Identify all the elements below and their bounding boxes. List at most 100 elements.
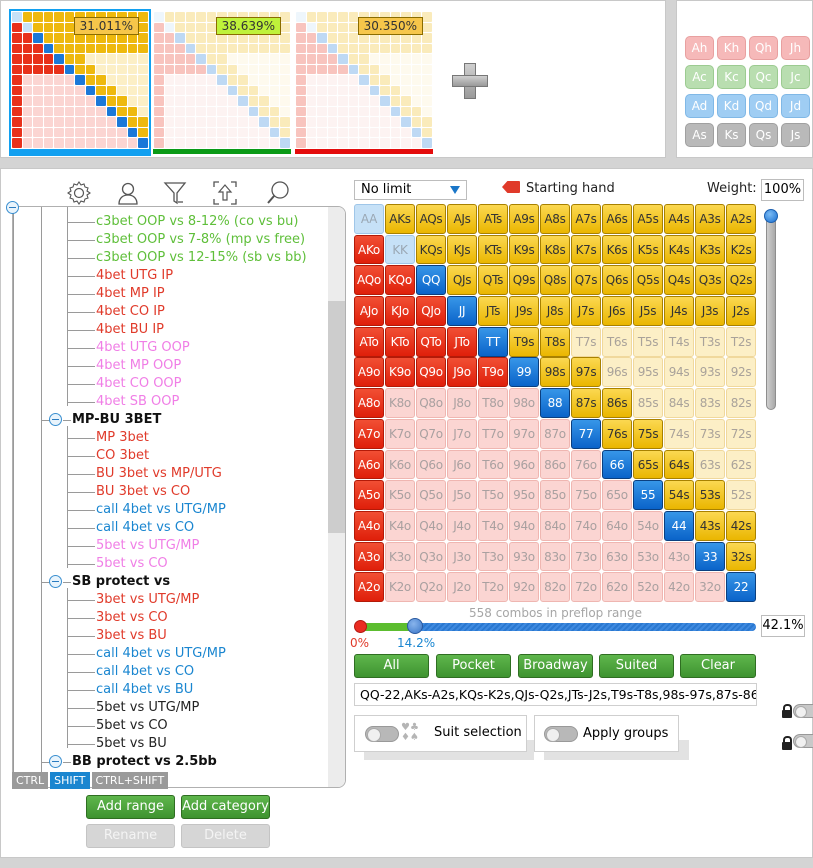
hand-cell-98s[interactable]: 98s [540,357,570,388]
tree-scrollbar[interactable] [328,207,345,787]
hand-cell-22[interactable]: 22 [726,572,756,603]
hand-cell-33[interactable]: 33 [695,541,725,572]
hand-cell-J6o[interactable]: J6o [447,449,477,480]
hand-cell-Q6s[interactable]: Q6s [602,265,632,296]
hand-cell-K9o[interactable]: K9o [385,357,415,388]
board-card-As[interactable]: As [685,123,714,147]
hand-cell-87s[interactable]: 87s [571,388,601,418]
lock-toggle-2[interactable] [793,734,813,748]
hand-cell-65s[interactable]: 65s [633,449,663,480]
tree-range-item[interactable]: 5bet vs UTG/MP [96,538,199,554]
hand-cell-Q8s[interactable]: Q8s [540,265,570,296]
board-card-Qh[interactable]: Qh [749,36,778,60]
hand-cell-K3o[interactable]: K3o [385,541,415,572]
tree-range-item[interactable]: 3bet vs UTG/MP [96,592,199,608]
hand-cell-53s[interactable]: 53s [695,480,725,510]
hand-cell-66[interactable]: 66 [602,449,632,480]
hand-cell-73s[interactable]: 73s [695,418,725,449]
suit-selection-toggle[interactable] [365,726,399,742]
hand-cell-KJs[interactable]: KJs [447,234,477,265]
hand-cell-K6s[interactable]: K6s [602,234,632,265]
hand-cell-T4o[interactable]: T4o [478,510,508,541]
hand-cell-A2o[interactable]: A2o [354,572,384,603]
hand-cell-95s[interactable]: 95s [633,357,663,388]
tree-range-item[interactable]: BU 3bet vs CO [96,484,190,500]
weight-slider-handle[interactable] [764,209,778,223]
hand-cell-92o[interactable]: 92o [509,572,539,603]
hand-cell-AJo[interactable]: AJo [354,296,384,326]
hand-cell-52s[interactable]: 52s [726,480,756,510]
hand-cell-QQ[interactable]: QQ [416,265,446,296]
hand-cell-84s[interactable]: 84s [664,388,694,418]
hand-cell-T5s[interactable]: T5s [633,326,663,357]
tree-range-item[interactable]: 4bet UTG IP [96,268,173,284]
hand-cell-T3o[interactable]: T3o [478,541,508,572]
hand-cell-A3o[interactable]: A3o [354,541,384,572]
weight-input[interactable]: 100% [761,179,804,201]
hand-cell-K5o[interactable]: K5o [385,480,415,510]
hand-cell-K8s[interactable]: K8s [540,234,570,265]
hand-cell-T8s[interactable]: T8s [540,326,570,357]
hand-cell-K9s[interactable]: K9s [509,234,539,265]
board-card-Jc[interactable]: Jc [781,65,810,89]
hand-cell-K6o[interactable]: K6o [385,449,415,480]
lock-open-icon[interactable] [782,736,792,750]
range-thumbnail-2[interactable]: 38.639% [153,11,291,154]
hand-cell-J6s[interactable]: J6s [602,296,632,326]
hand-cell-AKo[interactable]: AKo [354,234,384,265]
hand-cell-77[interactable]: 77 [571,418,601,449]
tree-range-item[interactable]: 5bet vs UTG/MP [96,700,199,716]
range-text-input[interactable]: QQ-22,AKs-A2s,KQs-K2s,QJs-Q2s,JTs-J2s,T9… [354,683,757,706]
hand-cell-63s[interactable]: 63s [695,449,725,480]
hand-cell-K4o[interactable]: K4o [385,510,415,541]
hand-cell-J3s[interactable]: J3s [695,296,725,326]
hand-cell-54o[interactable]: 54o [633,510,663,541]
hand-cell-QTs[interactable]: QTs [478,265,508,296]
hand-cell-K2s[interactable]: K2s [726,234,756,265]
hand-cell-64s[interactable]: 64s [664,449,694,480]
hand-cell-Q3o[interactable]: Q3o [416,541,446,572]
hand-cell-K7s[interactable]: K7s [571,234,601,265]
hand-cell-94o[interactable]: 94o [509,510,539,541]
hand-cell-63o[interactable]: 63o [602,541,632,572]
hand-cell-K2o[interactable]: K2o [385,572,415,603]
tree-range-item[interactable]: 3bet vs BU [96,628,167,644]
hand-cell-72o[interactable]: 72o [571,572,601,603]
tree-range-item[interactable]: 5bet vs CO [96,718,168,734]
tree-category[interactable]: MP-BU 3BET [72,412,161,428]
hand-cell-97s[interactable]: 97s [571,357,601,388]
hand-cell-A8o[interactable]: A8o [354,388,384,418]
hand-cell-A7s[interactable]: A7s [571,204,601,234]
hand-cell-A7o[interactable]: A7o [354,418,384,449]
modifier-key-ctrl[interactable]: CTRL [12,772,49,789]
hand-cell-A2s[interactable]: A2s [726,204,756,234]
hand-cell-T9o[interactable]: T9o [478,357,508,388]
board-card-Qd[interactable]: Qd [749,94,778,118]
hand-cell-83o[interactable]: 83o [540,541,570,572]
range-thumbnail-3[interactable]: 30.350% [295,11,433,154]
hand-cell-J8o[interactable]: J8o [447,388,477,418]
hand-cell-74s[interactable]: 74s [664,418,694,449]
hand-cell-93s[interactable]: 93s [695,357,725,388]
hand-cell-74o[interactable]: 74o [571,510,601,541]
hand-cell-A6s[interactable]: A6s [602,204,632,234]
tree-range-item[interactable]: 5bet vs BU [96,736,167,752]
hand-cell-J2o[interactable]: J2o [447,572,477,603]
apply-groups-toggle[interactable] [544,726,578,742]
hand-cell-QJs[interactable]: QJs [447,265,477,296]
collapse-root-icon[interactable] [6,201,19,214]
hand-cell-J9o[interactable]: J9o [447,357,477,388]
range-thumbnail-1[interactable]: 31.011% [9,9,151,156]
hand-cell-96o[interactable]: 96o [509,449,539,480]
hand-cell-K8o[interactable]: K8o [385,388,415,418]
hand-cell-76o[interactable]: 76o [571,449,601,480]
select-suited-button[interactable]: Suited [599,654,674,678]
hand-cell-KK[interactable]: KK [385,234,415,265]
hand-cell-Q4s[interactable]: Q4s [664,265,694,296]
hand-cell-KQs[interactable]: KQs [416,234,446,265]
hand-cell-76s[interactable]: 76s [602,418,632,449]
hand-cell-J3o[interactable]: J3o [447,541,477,572]
hand-cell-86o[interactable]: 86o [540,449,570,480]
tree-range-item[interactable]: 4bet CO IP [96,304,165,320]
board-card-Qc[interactable]: Qc [749,65,778,89]
